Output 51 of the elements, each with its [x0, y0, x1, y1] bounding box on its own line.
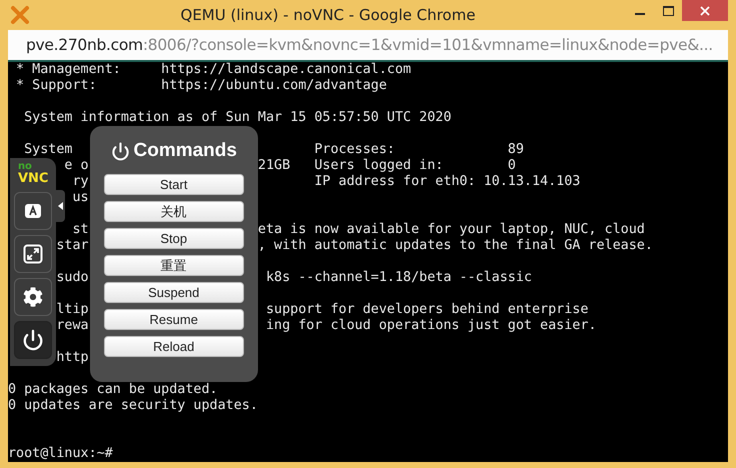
sidebar-handle[interactable]	[56, 190, 66, 222]
close-button[interactable]	[682, 0, 728, 21]
terminal-line: root@linux:~#	[8, 446, 113, 462]
logo: no VNC	[18, 162, 48, 185]
sidebar-button[interactable]	[14, 235, 52, 273]
sidebar-button[interactable]	[14, 192, 52, 230]
terminal-text: IP address for eth0: 10.13.14.103	[313, 174, 580, 190]
command-button[interactable]: Resume	[104, 309, 244, 330]
command-button[interactable]: 重置	[104, 255, 244, 276]
terminal-text: System	[23, 142, 72, 158]
terminal-text: e o	[64, 158, 89, 174]
window-title: QEMU (linux) - noVNC - Google Chrome	[180, 6, 476, 24]
terminal-text: 21GB Users logged in: 0	[258, 158, 516, 174]
power-icon	[110, 142, 130, 160]
command-button[interactable]: Stop	[104, 228, 244, 249]
terminal-text: support for developers behind enterprise	[264, 302, 588, 318]
terminal-text: ry	[72, 174, 89, 190]
terminal-text: us	[72, 190, 89, 206]
power-icon	[22, 329, 44, 351]
command-button[interactable]: Start	[104, 174, 244, 195]
terminal-text: Processes: 89	[313, 142, 524, 158]
terminal-text: ltip	[56, 302, 89, 318]
terminal-screen[interactable]	[8, 60, 728, 462]
app-icon	[10, 5, 30, 25]
terminal-text: , with automatic updates to the final GA release.	[258, 238, 653, 254]
terminal-text: st	[72, 222, 89, 238]
minimize-icon	[635, 13, 645, 15]
terminal-line: 0 packages can be updated.	[8, 382, 218, 398]
collapse-arrow-icon	[58, 202, 64, 210]
panel-title: Commands	[134, 140, 237, 162]
command-button[interactable]: 关机	[104, 201, 244, 222]
keyboard-key-icon	[24, 203, 42, 219]
terminal-text: k8s --channel=1.18/beta --classic	[264, 270, 532, 286]
terminal-text: sudo	[56, 270, 89, 286]
maximize-icon	[662, 6, 674, 16]
terminal-line: * Management: https://landscape.canonical.com	[15, 62, 412, 78]
sidebar-button[interactable]	[14, 278, 52, 316]
terminal-line: * Support: https://ubuntu.com/advantage	[15, 78, 387, 94]
command-button[interactable]: Reload	[104, 336, 244, 357]
sidebar-button[interactable]	[14, 321, 52, 359]
terminal-text: eta is now available for your laptop, NUC, cloud	[258, 222, 645, 238]
terminal-line: System information as of Sun Mar 15 05:57:50 UTC 2020	[23, 110, 452, 126]
close-icon	[700, 6, 710, 16]
terminal-text: star	[56, 238, 89, 254]
settings-icon	[23, 287, 44, 307]
command-button[interactable]: Suspend	[104, 282, 244, 303]
terminal-line: 0 updates are security updates.	[8, 398, 258, 414]
terminal-text: rewa	[56, 318, 89, 334]
fullscreen-icon	[23, 244, 44, 264]
terminal-text: ing for cloud operations just got easier.	[264, 318, 596, 334]
terminal-text: http	[56, 350, 89, 366]
